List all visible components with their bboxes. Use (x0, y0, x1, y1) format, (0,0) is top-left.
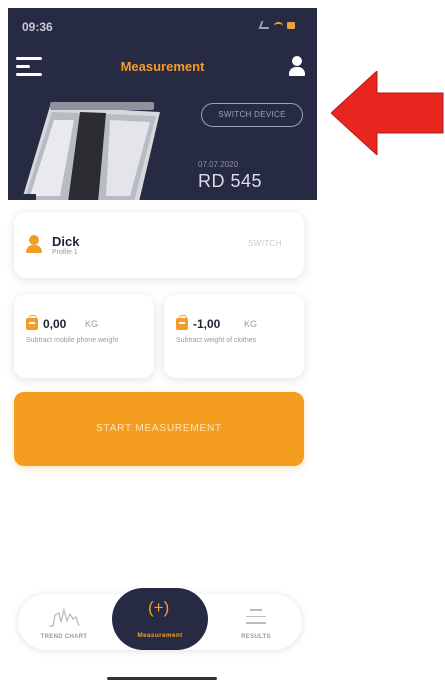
measure-plus-icon: (+) (148, 598, 170, 617)
clothes-weight-card[interactable]: -1,00 KG Subtract weight of clothes (164, 294, 304, 378)
user-profile-icon[interactable] (288, 56, 306, 76)
nav-measurement[interactable]: (+) Measurement (112, 588, 208, 650)
clothes-weight-unit: KG (244, 319, 258, 329)
clothes-weight-value: -1,00 (193, 317, 221, 331)
phone-weight-card[interactable]: 0,00 KG Subtract mobile phone weight (14, 294, 154, 378)
results-list-icon (246, 609, 266, 625)
nav-trend-label: TREND CHART (40, 634, 88, 640)
clothes-weight-description: Subtract weight of clothes (176, 337, 257, 344)
wifi-icon (274, 21, 283, 29)
status-icons (258, 21, 295, 29)
page-title: Measurement (120, 59, 205, 74)
nav-results[interactable]: RESULTS (214, 594, 298, 650)
device-model: RD 545 (198, 171, 263, 191)
nav-measurement-label: Measurement (137, 632, 183, 639)
bag-icon (26, 315, 38, 330)
phone-weight-value: 0,00 (43, 317, 67, 331)
nav-results-label: RESULTS (241, 634, 271, 640)
annotation-arrow-icon (331, 71, 444, 155)
bag-icon (176, 315, 188, 330)
app-header: 09:36 Measurement SWITCH DEVICE 07.07.20… (8, 8, 317, 200)
status-time: 09:36 (22, 20, 53, 34)
home-indicator (107, 677, 217, 680)
bottom-nav: TREND CHART (+) Measurement RESULTS (18, 588, 302, 650)
user-icon (26, 235, 42, 253)
battery-icon (287, 21, 295, 29)
user-card: Dick Profile 1 SWITCH (14, 212, 304, 278)
phone-screen: 09:36 Measurement SWITCH DEVICE 07.07.20… (0, 0, 317, 682)
nav-trend-chart[interactable]: TREND CHART (22, 594, 106, 650)
signal-icon (258, 21, 272, 29)
device-date: 07.07.2020 (198, 160, 239, 169)
start-measurement-button[interactable]: START MEASUREMENT (14, 392, 304, 466)
switch-device-button[interactable]: SWITCH DEVICE (201, 103, 303, 127)
scale-device-image (10, 102, 160, 200)
phone-weight-unit: KG (85, 319, 99, 329)
switch-user-button[interactable]: SWITCH (248, 239, 282, 248)
user-profile-label: Profile 1 (52, 249, 78, 256)
trend-chart-icon (49, 607, 80, 627)
user-name: Dick (52, 234, 80, 249)
phone-weight-description: Subtract mobile phone weight (26, 337, 119, 344)
